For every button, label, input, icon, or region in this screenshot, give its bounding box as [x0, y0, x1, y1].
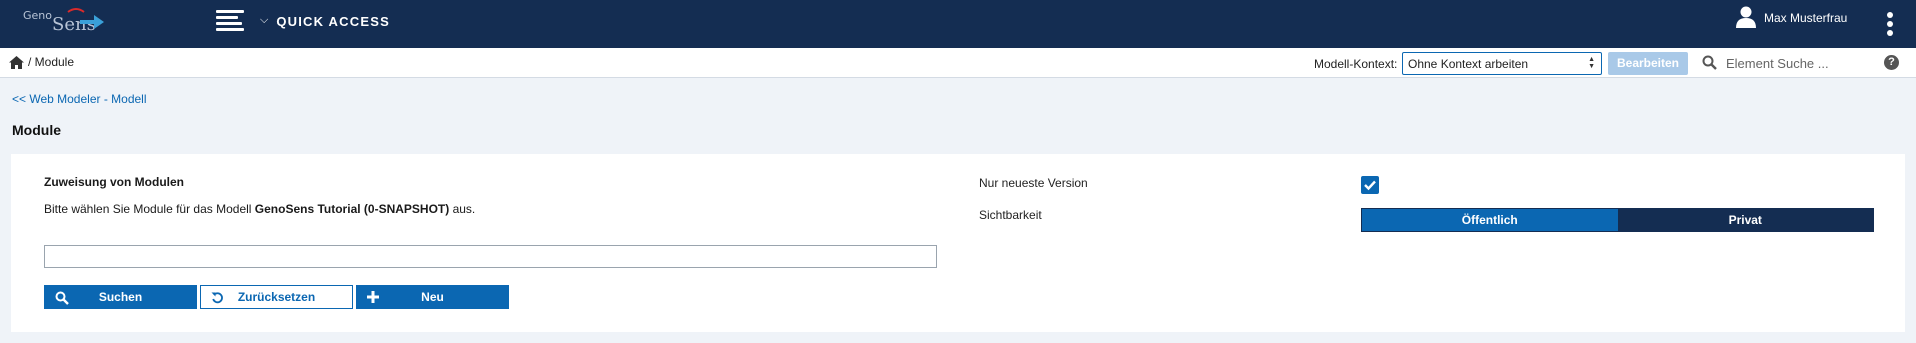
chevron-down-icon: ⌵: [260, 14, 269, 26]
kebab-icon[interactable]: [1886, 12, 1894, 36]
edit-button[interactable]: Bearbeiten: [1608, 52, 1688, 75]
reset-button[interactable]: Zurücksetzen: [200, 285, 353, 309]
new-button[interactable]: Neu: [356, 285, 509, 309]
select-arrows-icon: ▲ ▼: [1588, 56, 1595, 70]
check-icon: [1364, 180, 1376, 191]
panel-title: Zuweisung von Modulen: [44, 175, 184, 189]
search-button[interactable]: Suchen: [44, 285, 197, 309]
hamburger-icon[interactable]: [216, 10, 244, 32]
quick-access-menu[interactable]: ⌵ QUICK ACCESS: [260, 14, 390, 29]
context-toolbar: / Module Modell-Kontext: Ohne Kontext ar…: [0, 48, 1916, 78]
element-search-input[interactable]: [1726, 53, 1876, 73]
new-button-label: Neu: [421, 290, 444, 304]
model-context-label: Modell-Kontext:: [1314, 57, 1398, 71]
genosens-logo[interactable]: Geno Sens: [22, 6, 112, 38]
model-context-value: Ohne Kontext arbeiten: [1408, 57, 1529, 71]
latest-version-checkbox[interactable]: [1361, 176, 1379, 194]
visibility-public-option[interactable]: Öffentlich: [1362, 209, 1618, 231]
quick-access-label: QUICK ACCESS: [276, 14, 390, 29]
breadcrumb: / Module: [9, 55, 74, 69]
top-navigation-bar: Geno Sens ⌵ QUICK ACCESS Max Musterfrau: [0, 0, 1916, 48]
logo-swoosh-icon: [67, 8, 104, 29]
panel-description: Bitte wählen Sie Module für das Modell G…: [44, 202, 475, 216]
help-icon[interactable]: ?: [1884, 55, 1899, 70]
plus-icon: [367, 291, 379, 303]
undo-icon: [211, 292, 223, 304]
page-title: Module: [12, 122, 61, 138]
model-context-select[interactable]: Ohne Kontext arbeiten ▲ ▼: [1402, 52, 1602, 75]
user-icon: [1736, 6, 1756, 28]
module-search-input[interactable]: [44, 245, 937, 268]
back-to-web-modeler-link[interactable]: << Web Modeler - Modell: [12, 92, 147, 106]
description-suffix: aus.: [449, 202, 476, 216]
visibility-private-option[interactable]: Privat: [1617, 209, 1873, 231]
logo-text-top: Geno: [23, 9, 52, 22]
visibility-label: Sichtbarkeit: [979, 208, 1042, 222]
description-prefix: Bitte wählen Sie Module für das Modell: [44, 202, 255, 216]
search-icon: [55, 291, 69, 305]
module-assignment-panel: Zuweisung von Modulen Bitte wählen Sie M…: [11, 154, 1905, 332]
home-icon[interactable]: [9, 55, 24, 69]
breadcrumb-text: / Module: [28, 55, 75, 69]
description-model-name: GenoSens Tutorial (0-SNAPSHOT): [254, 202, 450, 216]
user-menu[interactable]: Max Musterfrau: [1736, 6, 1847, 28]
search-icon[interactable]: [1702, 55, 1717, 70]
visibility-toggle: Öffentlich Privat: [1361, 208, 1874, 232]
latest-version-label: Nur neueste Version: [979, 176, 1088, 190]
user-name: Max Musterfrau: [1764, 11, 1848, 25]
